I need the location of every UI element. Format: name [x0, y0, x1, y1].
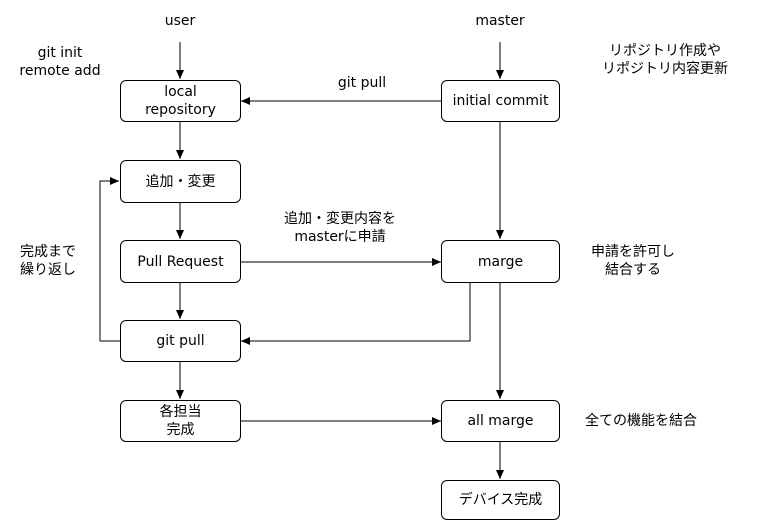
annotation-repo-create-line2: リポジトリ内容更新 — [602, 61, 728, 77]
node-all-marge-label: all marge — [467, 413, 534, 429]
annotation-combine-all: 全ての機能を結合 — [585, 413, 697, 429]
annotation-repo-create: リポジトリ作成や リポジトリ内容更新 — [575, 42, 755, 78]
annotation-approve-line1: 申請を許可し — [591, 244, 675, 260]
annotation-pr-edge: 追加・変更内容を masterに申請 — [255, 210, 425, 246]
node-each-done: 各担当 完成 — [120, 400, 241, 442]
node-local-repository: local repository — [120, 80, 241, 122]
node-initial-commit: initial commit — [441, 80, 560, 122]
arrow-marge-to-gitpull — [241, 283, 471, 345]
node-pull-request-label: Pull Request — [137, 253, 224, 270]
annotation-repeat-line2: 繰り返し — [20, 262, 76, 278]
annotation-repeat: 完成まで 繰り返し — [6, 243, 90, 279]
annotation-git-init-line2: remote add — [19, 63, 101, 79]
node-git-pull-label: git pull — [156, 333, 205, 349]
node-all-marge: all marge — [441, 400, 560, 442]
arrow-repeat-loop — [99, 177, 120, 342]
node-local-repository-line1: local — [164, 84, 197, 100]
annotation-git-init: git init remote add — [4, 44, 116, 80]
lane-master-label: master — [475, 13, 525, 29]
node-device-done: デバイス完成 — [441, 480, 560, 520]
node-add-change-label: 追加・変更 — [145, 173, 216, 190]
node-device-done-label: デバイス完成 — [458, 492, 543, 508]
annotation-repo-create-line1: リポジトリ作成や — [609, 43, 721, 59]
node-initial-commit-label: initial commit — [452, 93, 549, 109]
annotation-git-init-line1: git init — [37, 45, 83, 61]
node-pull-request: Pull Request — [120, 240, 241, 283]
node-local-repository-line2: repository — [145, 102, 216, 118]
annotation-approve-line2: 結合する — [605, 262, 661, 278]
annotation-pr-edge-line1: 追加・変更内容を — [284, 211, 396, 227]
node-git-pull: git pull — [120, 320, 241, 362]
annotation-pr-edge-line2: masterに申請 — [294, 229, 386, 245]
annotation-repeat-line1: 完成まで — [20, 244, 76, 260]
node-each-done-line1: 各担当 — [159, 404, 202, 420]
annotation-approve: 申請を許可し 結合する — [578, 243, 688, 279]
lane-user-label: user — [164, 13, 196, 29]
node-add-change: 追加・変更 — [120, 160, 241, 203]
node-marge-label: marge — [477, 253, 524, 270]
node-each-done-line2: 完成 — [166, 422, 195, 438]
annotation-git-pull-edge: git pull — [337, 75, 387, 91]
node-marge: marge — [441, 240, 560, 283]
